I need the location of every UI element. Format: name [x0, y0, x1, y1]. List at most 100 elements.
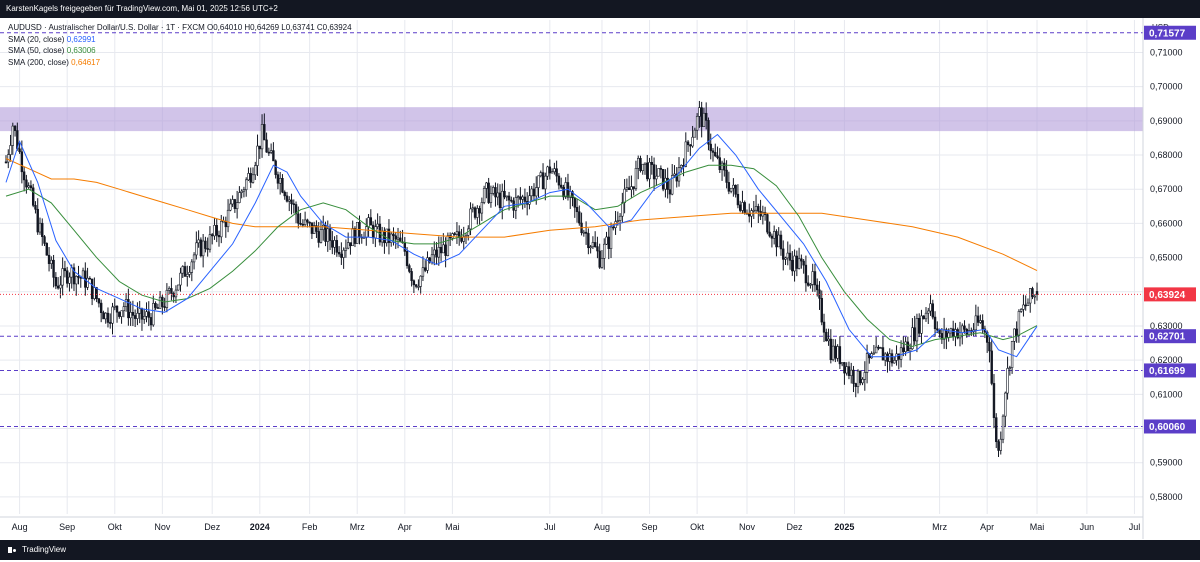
price-chart[interactable]: USD0,710000,700000,690000,680000,670000,…	[0, 18, 1200, 540]
candle-body	[27, 185, 30, 188]
candle	[464, 232, 468, 245]
candle-body	[1008, 367, 1012, 369]
tradingview-logo[interactable]: TradingView	[0, 540, 66, 560]
legend-sma20-value: 0,62991	[66, 34, 96, 44]
share-header: KarstenKagels freigegeben für TradingVie…	[0, 0, 1200, 18]
candle	[165, 283, 169, 313]
candle-body	[553, 168, 556, 172]
candle	[1015, 321, 1018, 343]
candle-body	[29, 185, 33, 189]
level-price-badge[interactable]: 0,60060	[1144, 419, 1196, 434]
candle-body	[537, 175, 540, 188]
candle-body	[770, 235, 774, 239]
candle	[786, 241, 789, 266]
candle-body	[550, 171, 554, 174]
candle	[906, 336, 910, 352]
candle-body	[349, 242, 352, 247]
candle-body	[618, 215, 622, 221]
x-tick-label: Jul	[1129, 522, 1141, 532]
candle	[530, 185, 533, 202]
candle-body	[136, 312, 139, 319]
candle	[179, 267, 182, 292]
candle-body	[453, 233, 456, 235]
candle	[852, 365, 855, 393]
candle	[36, 198, 39, 235]
candle-body	[718, 157, 721, 171]
candle-body	[233, 199, 237, 210]
candle	[471, 203, 474, 213]
candle	[1004, 391, 1007, 428]
candle	[890, 349, 894, 367]
candle-body	[118, 311, 121, 317]
last-price-badge[interactable]: 0,63924	[1144, 287, 1196, 302]
candle-body	[811, 271, 814, 285]
candle	[75, 275, 78, 296]
candle-body	[816, 284, 819, 291]
candle-body	[822, 321, 826, 333]
candle	[723, 158, 726, 177]
candle-body	[995, 417, 998, 443]
candle	[211, 232, 214, 245]
candle-body	[861, 379, 864, 384]
candle	[265, 132, 268, 153]
candle	[199, 237, 203, 258]
level-price-badge[interactable]: 0,62701	[1144, 329, 1196, 344]
candle	[403, 237, 407, 256]
candle	[13, 125, 17, 137]
candle	[197, 230, 200, 248]
candle	[874, 336, 878, 354]
candle	[661, 169, 665, 192]
candle-body	[77, 276, 80, 278]
candle-body	[235, 202, 239, 210]
candle	[457, 225, 461, 246]
candle-body	[451, 233, 454, 239]
candle-body	[206, 248, 209, 250]
level-badge-text: 0,60060	[1149, 422, 1186, 433]
candle-body	[179, 272, 182, 286]
x-tick-label: Sep	[642, 522, 658, 532]
candle-body	[308, 221, 311, 224]
candle	[104, 312, 107, 324]
candle	[102, 310, 105, 320]
candle-body	[680, 165, 683, 169]
candle	[242, 186, 246, 198]
candle-body	[931, 303, 934, 318]
candle-body	[204, 240, 207, 249]
y-tick-label: 0,58000	[1150, 492, 1183, 502]
candle	[836, 344, 839, 362]
level-price-badge[interactable]: 0,71577	[1144, 25, 1196, 40]
candle-body	[924, 312, 928, 320]
candle-body	[954, 329, 957, 337]
candle	[992, 374, 996, 429]
candle-body	[510, 199, 513, 202]
candle	[297, 206, 300, 229]
candle	[732, 178, 735, 197]
candle-body	[557, 175, 561, 186]
candle-body	[61, 268, 64, 286]
candle-body	[281, 178, 284, 193]
candle	[317, 222, 320, 248]
candle	[41, 218, 44, 246]
candle	[1022, 294, 1025, 317]
x-tick-label: Dez	[204, 522, 221, 532]
candle-body	[988, 342, 991, 352]
candle-body	[802, 260, 805, 266]
resistance-zone[interactable]	[0, 107, 1143, 132]
candle	[186, 265, 189, 287]
candle	[802, 258, 805, 274]
candle-body	[65, 270, 69, 284]
candle-body	[775, 231, 778, 248]
level-price-badge[interactable]: 0,61699	[1144, 363, 1196, 378]
candle	[884, 352, 887, 367]
candle	[804, 255, 808, 292]
candle-body	[322, 224, 325, 230]
candle	[93, 277, 96, 301]
candle	[145, 302, 148, 323]
candle-body	[693, 129, 697, 138]
candle-body	[380, 230, 384, 243]
candle-body	[129, 312, 132, 319]
candle	[467, 225, 470, 241]
candle	[278, 171, 282, 195]
candle-body	[541, 172, 545, 190]
candle-body	[226, 209, 230, 228]
